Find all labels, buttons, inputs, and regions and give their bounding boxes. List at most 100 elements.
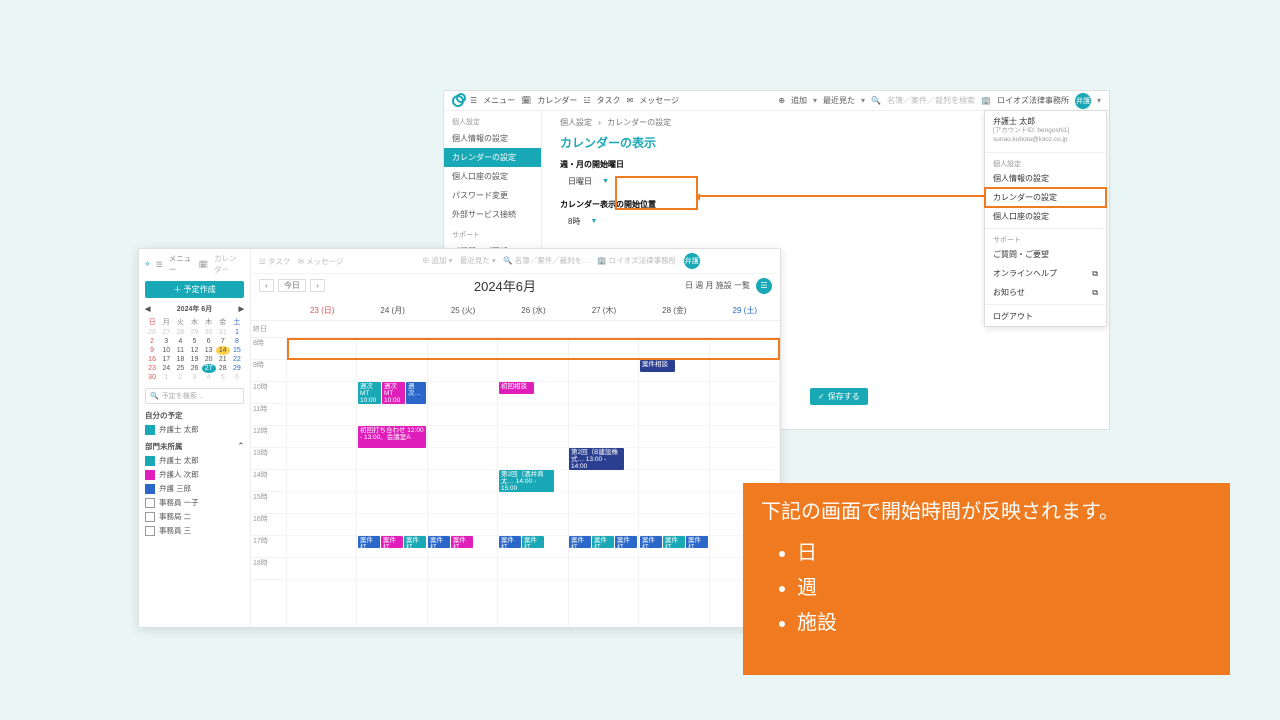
member-row[interactable]: 事務員 三 bbox=[145, 525, 244, 536]
seg-list[interactable]: 一覧 bbox=[734, 281, 750, 290]
sidebar-item-external[interactable]: 外部サービス接続 bbox=[444, 205, 541, 224]
view-segments[interactable]: 日 週 月 施設 一覧 bbox=[685, 280, 750, 291]
sidebar-group-personal: 個人設定 bbox=[444, 111, 541, 129]
calendar-icon[interactable]: 🗓 bbox=[521, 96, 531, 105]
event[interactable]: 週次MT 10:00 bbox=[382, 382, 405, 404]
nav-recent[interactable]: 最近見た bbox=[823, 95, 855, 106]
cal-next-button[interactable]: › bbox=[310, 279, 325, 292]
event[interactable]: 第2回（B建設株式… 13:00 - 14:00 bbox=[569, 448, 624, 470]
event-search-input[interactable]: 🔍 予定を検索… bbox=[145, 388, 244, 404]
event[interactable]: 第2回（酒井商太… 14:00 - 15:00 bbox=[499, 470, 554, 492]
nav-add[interactable]: 追加 bbox=[791, 95, 807, 106]
save-button-label: 保存する bbox=[828, 391, 860, 402]
event[interactable]: 案件打… bbox=[686, 536, 708, 548]
event[interactable]: 案件打… bbox=[522, 536, 544, 548]
event[interactable]: 案件打… bbox=[381, 536, 403, 548]
mini-cal-next[interactable]: ▶ bbox=[239, 305, 244, 313]
avatar-button[interactable]: 弁護 bbox=[1075, 93, 1091, 109]
nav-calendar[interactable]: カレンダー bbox=[537, 95, 577, 106]
member-row[interactable]: 弁護士 太郎 bbox=[145, 424, 244, 435]
seg-month[interactable]: 月 bbox=[706, 281, 714, 290]
save-button[interactable]: ✓ 保存する bbox=[810, 388, 868, 405]
day-header[interactable]: 27 (木) bbox=[569, 301, 639, 320]
event[interactable]: 案件打… bbox=[404, 536, 426, 548]
event[interactable]: 案件打… bbox=[451, 536, 473, 548]
message-icon[interactable]: ✉ bbox=[627, 96, 634, 105]
new-event-button[interactable]: ＋ 予定作成 bbox=[145, 281, 244, 298]
member-row[interactable]: 事務局 二 bbox=[145, 511, 244, 522]
nav-menu-mini[interactable]: メニュー bbox=[169, 253, 193, 275]
member-row[interactable]: 弁護 三郎 bbox=[145, 483, 244, 494]
dropdown-item-calendar-settings[interactable]: カレンダーの設定 bbox=[985, 188, 1106, 207]
dropdown-item-account[interactable]: 個人口座の設定 bbox=[985, 207, 1106, 226]
task-icon[interactable]: ☳ bbox=[583, 96, 590, 105]
external-icon: ⧉ bbox=[1092, 269, 1098, 279]
search-icon[interactable]: 🔍 bbox=[871, 96, 881, 105]
event[interactable]: 案件打… bbox=[615, 536, 637, 548]
crumb-1[interactable]: 個人設定 bbox=[560, 118, 592, 127]
menu-icon[interactable]: ☰ bbox=[470, 96, 477, 105]
sidebar-item-calendar-settings[interactable]: カレンダーの設定 bbox=[444, 148, 541, 167]
dropdown-item-news[interactable]: お知らせ⧉ bbox=[985, 283, 1106, 302]
nav-menu[interactable]: メニュー bbox=[483, 95, 515, 106]
dropdown-item-personal-info[interactable]: 個人情報の設定 bbox=[985, 169, 1106, 188]
select-start-weekday[interactable]: 日曜日 ▼ bbox=[560, 172, 617, 191]
event[interactable]: 案件相談 bbox=[640, 360, 675, 372]
event[interactable]: 初回相談 bbox=[499, 382, 534, 394]
select-start-position[interactable]: 8時 ▼ bbox=[560, 212, 605, 231]
event[interactable]: 初回打ち合わせ 12:00 - 13:00、会議室A bbox=[358, 426, 426, 448]
chevron-up-icon: ⌃ bbox=[238, 441, 244, 452]
office-icon: 🏢 bbox=[981, 96, 991, 105]
section-members[interactable]: 部門未所属⌃ bbox=[145, 441, 244, 452]
app-logo-icon: ⟡ bbox=[145, 259, 150, 269]
day-header[interactable]: 29 (土) bbox=[710, 301, 780, 320]
list-toggle-icon[interactable]: ☰ bbox=[756, 278, 772, 294]
global-search[interactable]: 名簿／案件／裁判を検索 bbox=[887, 95, 975, 106]
annotation-arrow bbox=[698, 195, 984, 197]
sidebar-item-personal-info[interactable]: 個人情報の設定 bbox=[444, 129, 541, 148]
dropdown-item-logout[interactable]: ログアウト bbox=[985, 307, 1106, 326]
day-header[interactable]: 28 (金) bbox=[639, 301, 709, 320]
seg-week[interactable]: 週 bbox=[695, 281, 703, 290]
nav-calendar-mini[interactable]: カレンダー bbox=[214, 253, 244, 275]
dropdown-item-help[interactable]: オンラインヘルプ⧉ bbox=[985, 264, 1106, 283]
mini-cal-prev[interactable]: ◀ bbox=[145, 305, 150, 313]
member-row[interactable]: 弁護人 次郎 bbox=[145, 469, 244, 480]
mini-cal-title: 2024年 6月 bbox=[177, 304, 212, 314]
event[interactable]: 週次MT 10:00 - bbox=[358, 382, 381, 404]
nav-task[interactable]: タスク bbox=[597, 95, 621, 106]
member-row[interactable]: 事務員 一子 bbox=[145, 497, 244, 508]
cal-today-button[interactable]: 今日 bbox=[278, 279, 306, 292]
event[interactable]: 案件打 bbox=[640, 536, 662, 548]
chevron-right-icon: › bbox=[598, 118, 601, 127]
app-logo-icon bbox=[452, 95, 464, 107]
annotation-callout: 下記の画面で開始時間が反映されます。 日 週 施設 bbox=[743, 483, 1230, 675]
event[interactable]: 週次… bbox=[406, 382, 426, 404]
seg-day[interactable]: 日 bbox=[685, 281, 693, 290]
sidebar-item-account[interactable]: 個人口座の設定 bbox=[444, 167, 541, 186]
mini-calendar[interactable]: ◀ 2024年 6月 ▶ 日月火水木金土 2627282930311 23456… bbox=[145, 304, 244, 382]
cal-prev-button[interactable]: ‹ bbox=[259, 279, 274, 292]
day-header[interactable]: 24 (月) bbox=[357, 301, 427, 320]
day-header[interactable]: 26 (水) bbox=[498, 301, 568, 320]
nav-message[interactable]: メッセージ bbox=[639, 95, 679, 106]
external-icon: ⧉ bbox=[1092, 288, 1098, 298]
event[interactable]: 案件打 bbox=[358, 536, 380, 548]
event[interactable]: 案件打… bbox=[592, 536, 614, 548]
office-name[interactable]: ロイオズ法律事務所 bbox=[997, 95, 1069, 106]
dropdown-item-feedback[interactable]: ご質問・ご要望 bbox=[985, 245, 1106, 264]
callout-bullet: 施設 bbox=[797, 606, 1212, 635]
calendar-header: ‹ 今日 › 2024年6月 日 週 月 施設 一覧 ☰ bbox=[251, 274, 780, 301]
member-row[interactable]: 弁護士 太郎 bbox=[145, 455, 244, 466]
event[interactable]: 案件打… bbox=[663, 536, 685, 548]
day-header[interactable]: 23 (日) bbox=[287, 301, 357, 320]
seg-facility[interactable]: 施設 bbox=[716, 281, 732, 290]
dropdown-account-id: [アカウントID: bengoshi1] bbox=[993, 127, 1098, 135]
event[interactable]: 案件打 bbox=[569, 536, 591, 548]
event[interactable]: 案件打 bbox=[428, 536, 450, 548]
add-icon[interactable]: ⊕ bbox=[778, 96, 785, 105]
event[interactable]: 案件打 bbox=[499, 536, 521, 548]
day-header[interactable]: 25 (火) bbox=[428, 301, 498, 320]
sidebar-item-password[interactable]: パスワード変更 bbox=[444, 186, 541, 205]
time-grid[interactable]: 8時9時10時 11時12時13時 14時15時16時 17時18時 週次MT … bbox=[251, 338, 780, 627]
